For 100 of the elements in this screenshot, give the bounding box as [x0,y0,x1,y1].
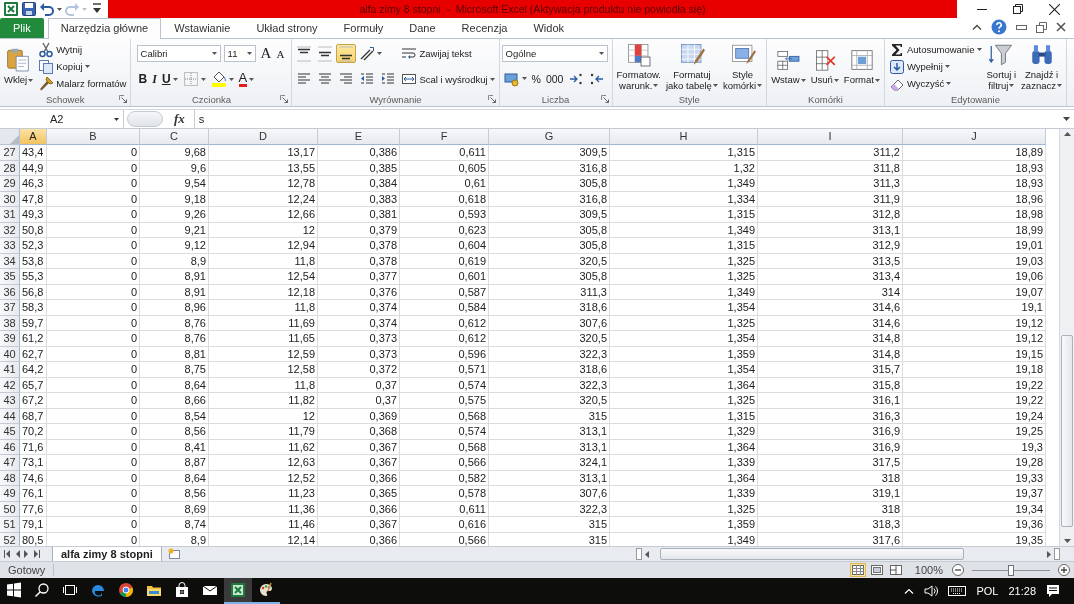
ribbon-button[interactable]: Zawijaj tekst [399,45,474,62]
ribbon-button[interactable]: Style komórki [720,41,765,92]
row-header[interactable]: 37 [0,300,20,316]
ribbon-button[interactable]: Wklej [2,46,36,87]
table-cell: 1,349 [610,176,758,192]
table-cell: 8,81 [140,346,209,362]
table-cell: 19,28 [903,455,1046,471]
ribbon-button[interactable]: Wyczyść [886,75,954,92]
row-header[interactable]: 51 [0,517,20,533]
table-cell: 0 [47,346,140,362]
combo-box[interactable]: Calibri [136,45,221,63]
row-header[interactable]: 43 [0,393,20,409]
language-indicator[interactable]: POL [976,585,999,597]
row-header[interactable]: 27 [0,145,20,161]
table-cell: 11,46 [209,517,318,533]
ribbon-button[interactable]: I [150,69,159,89]
table-cell: 0,61 [400,176,489,192]
ribbon-button[interactable]: 000 [543,69,566,89]
ribbon-tab[interactable]: Układ strony [243,18,331,38]
row-header[interactable]: 41 [0,362,20,378]
window-title: alfa zimy 8 stopni - Microsoft Excel (Aktywacja produktu nie powiodła się) [359,3,706,15]
column-header[interactable]: J [903,129,1046,145]
table-cell: 50,8 [20,222,47,238]
insert-function-button[interactable]: fx [163,110,194,128]
table-cell: 8,87 [140,455,209,471]
ribbon-button[interactable]: A [274,44,287,64]
column-header[interactable]: I [758,129,903,145]
row-header[interactable]: 45 [0,424,20,440]
ribbon-button[interactable]: Usuń [808,46,841,87]
ribbon-button[interactable]: Wypełnij [886,58,952,75]
column-header[interactable]: D [209,129,318,145]
table-cell: 311,9 [758,191,903,207]
ribbon-button[interactable]: Autosumowanie [886,41,984,58]
table-cell: 0,578 [400,486,489,502]
ribbon-button[interactable]: A [258,44,274,64]
table-cell: 1,315 [610,408,758,424]
table-cell: 0,604 [400,238,489,254]
ribbon-tab[interactable]: Narzędzia główne [47,18,162,39]
column-header[interactable]: B [47,129,140,145]
ribbon-tab[interactable]: Dane [396,18,449,38]
table-cell: 12,66 [209,207,318,223]
table-cell: 49,3 [20,207,47,223]
table-cell: 19,22 [903,377,1046,393]
column-header[interactable]: H [610,129,758,145]
ribbon-button[interactable]: U [159,69,180,89]
column-header[interactable]: C [140,129,209,145]
clock[interactable]: 21:28 [1008,585,1036,597]
ribbon-tab[interactable]: Recenzja [448,18,521,38]
ribbon-button[interactable]: Formatuj jako tabelę [663,41,720,92]
font-color-button[interactable]: A [236,69,257,89]
table-cell: 1,325 [610,269,758,285]
table-cell: 0,365 [318,486,400,502]
table-cell: 12,58 [209,362,318,378]
ribbon-button[interactable]: Znajdź i zaznacz [1019,41,1064,92]
ribbon-button[interactable]: Scal i wyśrodkuj [399,71,497,88]
table-cell: 1,359 [610,517,758,533]
ribbon-tab[interactable]: Widok [520,18,577,38]
row-header[interactable]: 39 [0,331,20,347]
table-cell: 56,8 [20,284,47,300]
table-cell: 312,8 [758,207,903,223]
ribbon-button[interactable]: Wstaw [769,46,808,87]
row-header[interactable]: 33 [0,238,20,254]
ribbon-tab[interactable]: Formuły [330,18,397,38]
table-cell: 1,349 [610,222,758,238]
row-header[interactable]: 31 [0,207,20,223]
table-cell: 0,619 [400,253,489,269]
combo-box[interactable]: Ogólne [501,44,608,62]
sheet-tab[interactable]: alfa zimy 8 stopni [52,546,162,562]
ribbon-button[interactable]: Malarz formatów [36,75,129,92]
table-cell: 11,36 [209,501,318,517]
column-header[interactable]: A [20,129,47,145]
column-header[interactable]: E [318,129,400,145]
ribbon-button[interactable]: % [529,69,543,89]
table-cell: 305,8 [489,222,610,238]
row-header[interactable]: 49 [0,486,20,502]
combo-box[interactable]: 11 [223,45,256,63]
ribbon-button[interactable]: Kopiuj [36,58,92,75]
ribbon-button[interactable]: Formatow. warunk. [614,41,663,92]
table-cell: 0 [47,331,140,347]
ribbon-button[interactable]: Format [841,46,882,87]
row-header[interactable]: 35 [0,269,20,285]
ribbon-tab[interactable]: Wstawianie [161,18,244,38]
table-cell: 318,6 [489,300,610,316]
table-cell: 71,6 [20,439,47,455]
formula-field[interactable]: s [193,109,1059,129]
ribbon-button[interactable]: Wytnij [36,41,84,58]
file-tab[interactable]: Plik [0,18,44,38]
table-cell: 19,12 [903,315,1046,331]
column-header[interactable]: G [489,129,610,145]
row-header[interactable]: 47 [0,455,20,471]
table-cell: 1,354 [610,331,758,347]
table-cell: 0,605 [400,160,489,176]
ribbon-button[interactable]: Sortuj i filtruj [984,41,1019,92]
name-box[interactable]: A2 [0,109,124,129]
table-cell: 312,9 [758,238,903,254]
table-cell: 0,381 [318,207,400,223]
column-header[interactable]: F [400,129,489,145]
ribbon-button[interactable]: B [136,69,150,89]
row-header[interactable]: 29 [0,176,20,192]
group-label: Edytowanie [950,93,1000,105]
